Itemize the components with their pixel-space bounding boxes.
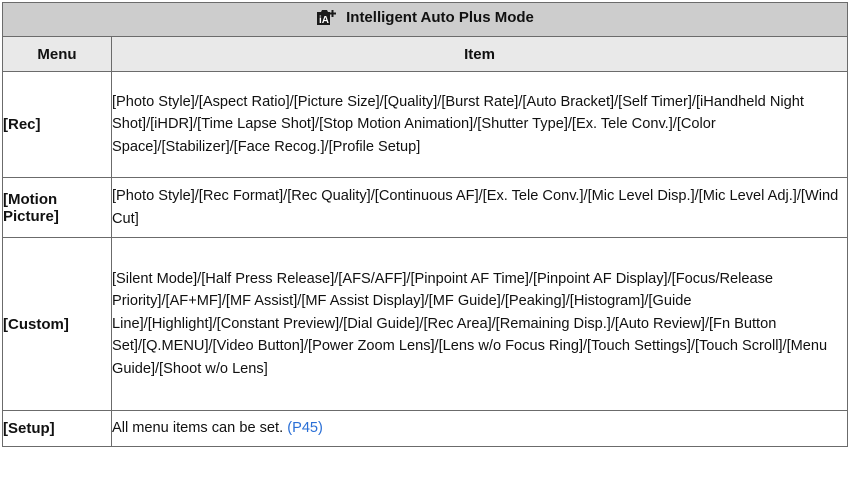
menu-items-table: iA Intelligent Auto Plus Mode Menu Item …	[2, 2, 848, 447]
table-row-motion-picture: [Motion Picture] [Photo Style]/[Rec Form…	[2, 177, 848, 238]
setup-items-text: All menu items can be set.	[112, 420, 284, 437]
menu-cell: [Motion Picture]	[2, 177, 112, 238]
item-cell: All menu items can be set. (P45)	[111, 410, 848, 447]
svg-text:iA: iA	[319, 15, 329, 26]
menu-cell: [Rec]	[2, 71, 112, 178]
table-title-row: iA Intelligent Auto Plus Mode	[2, 2, 848, 37]
column-header-menu: Menu	[2, 36, 112, 72]
page-reference-link[interactable]: (P45)	[287, 420, 323, 436]
item-cell: [Silent Mode]/[Half Press Release]/[AFS/…	[111, 237, 848, 411]
table-title-cell: iA Intelligent Auto Plus Mode	[2, 2, 848, 37]
menu-cell: [Custom]	[2, 237, 112, 411]
table-row-setup: [Setup] All menu items can be set. (P45)	[2, 410, 848, 447]
table-header-row: Menu Item	[2, 36, 848, 72]
column-header-item: Item	[111, 36, 848, 72]
menu-cell: [Setup]	[2, 410, 112, 447]
table-row-custom: [Custom] [Silent Mode]/[Half Press Relea…	[2, 237, 848, 411]
item-cell: [Photo Style]/[Rec Format]/[Rec Quality]…	[111, 177, 848, 238]
table-title: Intelligent Auto Plus Mode	[346, 9, 534, 26]
intelligent-auto-plus-icon: iA	[316, 9, 338, 26]
table-row-rec: [Rec] [Photo Style]/[Aspect Ratio]/[Pict…	[2, 71, 848, 178]
item-cell: [Photo Style]/[Aspect Ratio]/[Picture Si…	[111, 71, 848, 178]
